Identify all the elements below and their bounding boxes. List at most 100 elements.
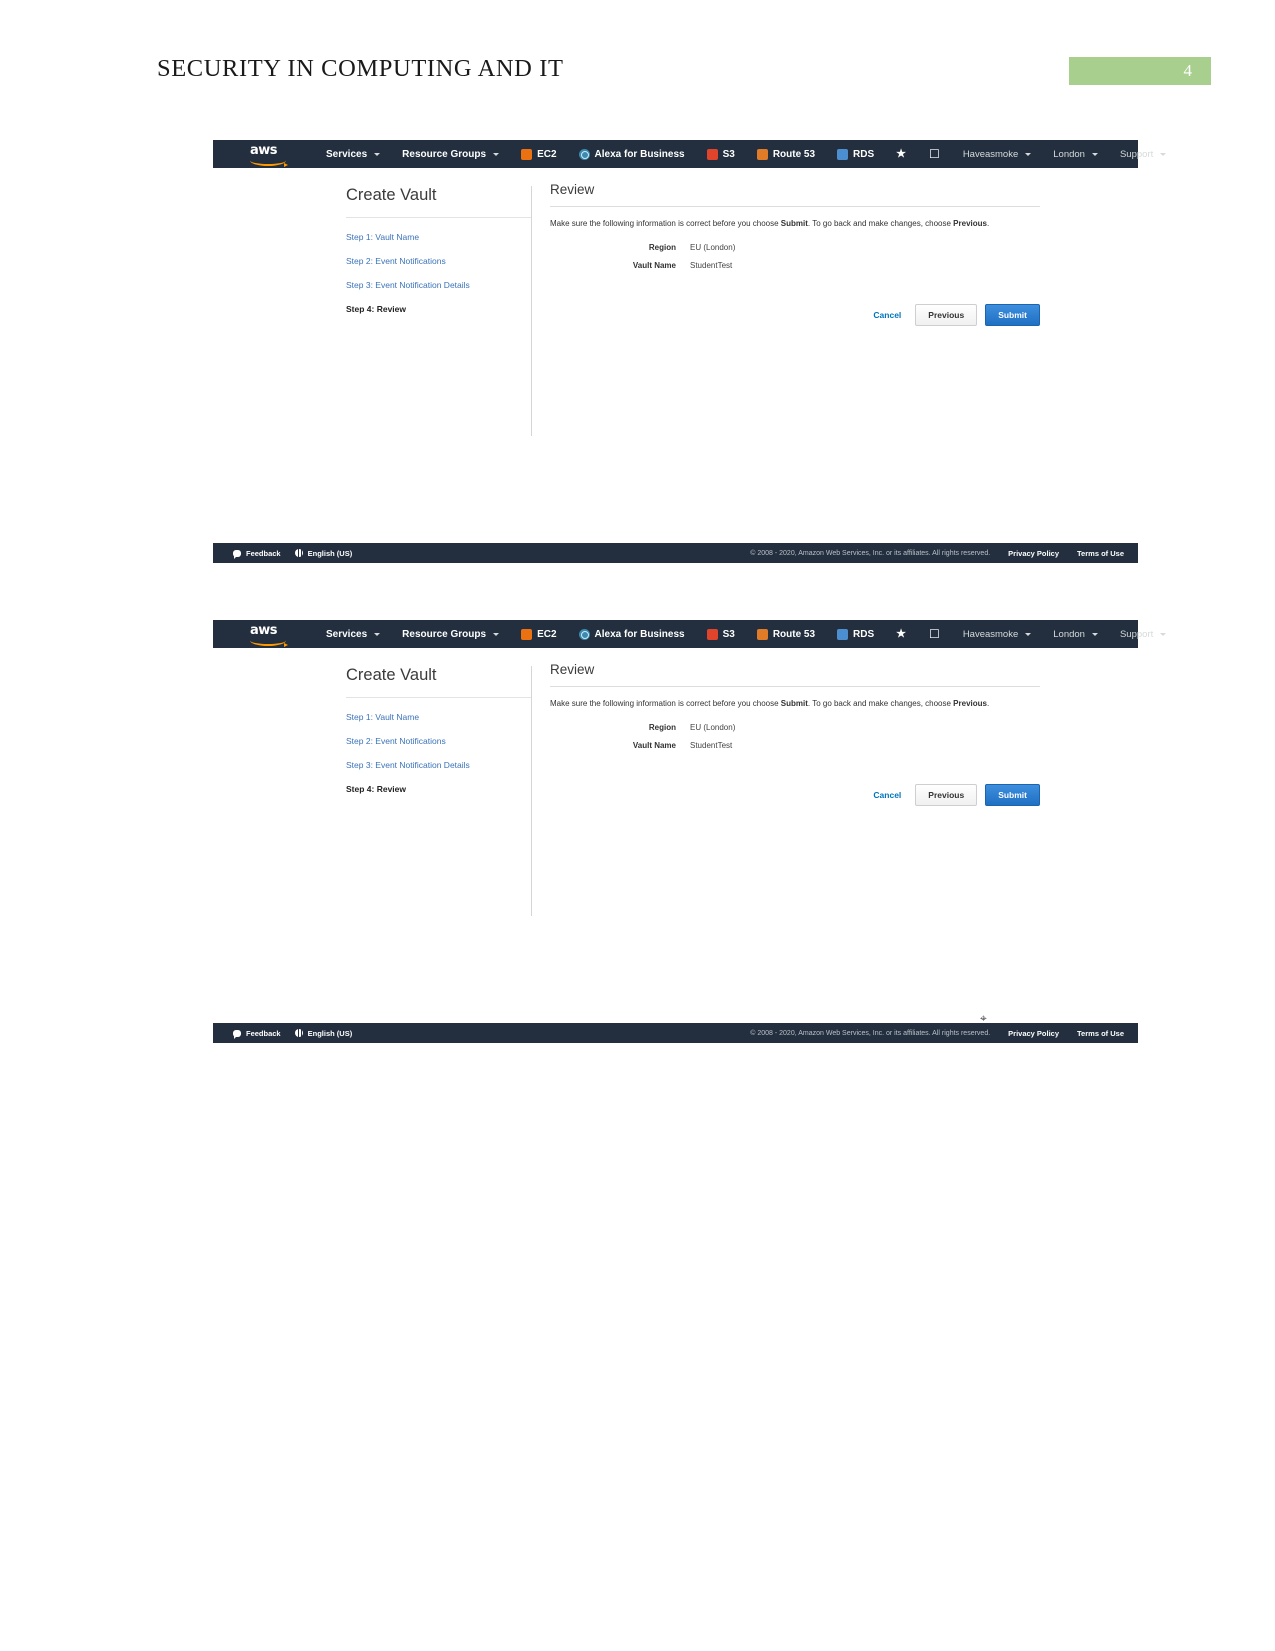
aws-swoosh-icon xyxy=(250,635,288,647)
nav-item-ec2[interactable]: EC2 xyxy=(510,620,567,648)
nav-item-services[interactable]: Services xyxy=(315,140,391,168)
mouse-cursor-icon: ⌖ xyxy=(980,1011,987,1025)
nav-item-rds[interactable]: RDS xyxy=(826,620,885,648)
route53-icon xyxy=(756,148,768,160)
nav-label: Resource Groups xyxy=(402,628,487,640)
terms-of-use-link[interactable]: Terms of Use xyxy=(1077,549,1124,558)
language-button[interactable]: English (US) xyxy=(294,548,353,558)
aws-navbar: aws Services Resource Groups EC2 Alexa f… xyxy=(213,140,1167,168)
nav-item-s3[interactable]: S3 xyxy=(696,620,746,648)
review-description: Make sure the following information is c… xyxy=(550,698,1040,709)
privacy-policy-link[interactable]: Privacy Policy xyxy=(1008,1029,1059,1038)
nav-item-region[interactable]: London xyxy=(1042,620,1109,648)
notification-bell-icon[interactable]: ☐ xyxy=(917,628,952,640)
aws-logo-icon[interactable]: aws xyxy=(247,140,301,168)
feedback-label: Feedback xyxy=(246,548,281,558)
nav-label: Resource Groups xyxy=(402,148,487,160)
previous-button[interactable]: Previous xyxy=(915,784,978,807)
speech-bubble-icon xyxy=(233,1029,241,1039)
account-label: Haveasmoke xyxy=(962,628,1019,640)
chevron-down-icon xyxy=(374,632,381,636)
footer-right-group: © 2008 - 2020, Amazon Web Services, Inc.… xyxy=(750,549,1138,558)
nav-item-region[interactable]: London xyxy=(1042,140,1109,168)
review-heading: Review xyxy=(550,182,1040,207)
chevron-down-icon xyxy=(1091,152,1098,156)
submit-button[interactable]: Submit xyxy=(985,784,1040,807)
nav-item-resource-groups[interactable]: Resource Groups xyxy=(391,620,510,648)
nav-item-support[interactable]: Support xyxy=(1109,620,1177,648)
nav-item-account[interactable]: Haveasmoke xyxy=(952,140,1042,168)
field-label-vault-name: Vault Name xyxy=(632,741,676,751)
lede-submit-word: Submit xyxy=(780,219,808,228)
aws-logo-icon[interactable]: aws xyxy=(247,620,301,648)
notification-bell-icon[interactable]: ☐ xyxy=(917,148,952,160)
field-row-vault-name: Vault Name StudentTest xyxy=(550,741,1040,750)
nav-item-s3[interactable]: S3 xyxy=(696,140,746,168)
s3-icon xyxy=(706,148,718,160)
field-value-region: EU (London) xyxy=(690,723,736,733)
chevron-down-icon xyxy=(1160,152,1167,156)
speech-bubble-icon xyxy=(233,549,241,559)
sidebar-item-step-4[interactable]: Step 4: Review xyxy=(346,784,531,794)
aws-swoosh-icon xyxy=(250,155,288,167)
nav-item-route-53[interactable]: Route 53 xyxy=(746,620,826,648)
sidebar-item-step-3[interactable]: Step 3: Event Notification Details xyxy=(346,280,531,290)
nav-item-ec2[interactable]: EC2 xyxy=(510,140,567,168)
support-label: Support xyxy=(1119,628,1154,640)
privacy-policy-link[interactable]: Privacy Policy xyxy=(1008,549,1059,558)
terms-of-use-link[interactable]: Terms of Use xyxy=(1077,1029,1124,1038)
sidebar-item-step-3[interactable]: Step 3: Event Notification Details xyxy=(346,760,531,770)
feedback-button[interactable]: Feedback xyxy=(233,548,281,559)
globe-icon xyxy=(294,1029,303,1037)
nav-label: S3 xyxy=(722,148,735,160)
sidebar-item-step-2[interactable]: Step 2: Event Notifications xyxy=(346,736,531,746)
language-label: English (US) xyxy=(307,548,353,558)
sidebar-item-step-1[interactable]: Step 1: Vault Name xyxy=(346,232,531,242)
ec2-icon xyxy=(521,628,533,640)
pin-star-icon: ★ xyxy=(896,627,907,640)
sidebar-item-step-1[interactable]: Step 1: Vault Name xyxy=(346,712,531,722)
chevron-down-icon xyxy=(1025,632,1032,636)
region-label: London xyxy=(1053,148,1085,160)
nav-item-alexa-for-business[interactable]: Alexa for Business xyxy=(568,620,696,648)
sidebar-title: Create Vault xyxy=(346,666,531,698)
language-button[interactable]: English (US) xyxy=(294,1028,353,1038)
create-vault-sidebar: Create Vault Step 1: Vault Name Step 2: … xyxy=(346,186,532,436)
cancel-button[interactable]: Cancel xyxy=(867,306,907,324)
console-body: Create Vault Step 1: Vault Name Step 2: … xyxy=(213,648,1138,1043)
sidebar-title: Create Vault xyxy=(346,186,531,218)
nav-item-support[interactable]: Support xyxy=(1109,140,1177,168)
lede-previous-word: Previous xyxy=(953,699,987,708)
sidebar-item-step-4[interactable]: Step 4: Review xyxy=(346,304,531,314)
nav-label: EC2 xyxy=(537,148,557,160)
s3-icon xyxy=(706,628,718,640)
review-fields: Region EU (London) Vault Name StudentTes… xyxy=(550,243,1040,270)
alexa-icon xyxy=(578,148,590,160)
submit-button[interactable]: Submit xyxy=(985,304,1040,327)
nav-item-alexa-for-business[interactable]: Alexa for Business xyxy=(568,140,696,168)
panel-actions: Cancel Previous Submit xyxy=(550,784,1040,807)
nav-item-pin[interactable]: ★ xyxy=(885,140,917,168)
nav-item-pin[interactable]: ★ xyxy=(885,620,917,648)
previous-button[interactable]: Previous xyxy=(915,304,978,327)
sidebar-item-step-2[interactable]: Step 2: Event Notifications xyxy=(346,256,531,266)
nav-item-rds[interactable]: RDS xyxy=(826,140,885,168)
chevron-down-icon xyxy=(493,152,500,156)
lede-submit-word: Submit xyxy=(780,699,808,708)
nav-item-account[interactable]: Haveasmoke xyxy=(952,620,1042,648)
nav-label: Route 53 xyxy=(772,628,816,640)
language-label: English (US) xyxy=(307,1028,353,1038)
nav-label: Services xyxy=(326,148,368,160)
lede-text-1: Make sure the following information is c… xyxy=(550,699,781,708)
nav-label: Route 53 xyxy=(772,148,816,160)
cancel-button[interactable]: Cancel xyxy=(867,786,907,804)
footer-right-group: © 2008 - 2020, Amazon Web Services, Inc.… xyxy=(750,1029,1138,1038)
nav-item-resource-groups[interactable]: Resource Groups xyxy=(391,140,510,168)
feedback-button[interactable]: Feedback xyxy=(233,1029,281,1039)
nav-item-route-53[interactable]: Route 53 xyxy=(746,140,826,168)
aws-console-screenshot-2: aws Services Resource Groups EC2 Alexa f… xyxy=(213,620,1167,1073)
console-footer: Feedback English (US) © 2008 - 2020, Ama… xyxy=(213,1023,1138,1043)
panel-actions: Cancel Previous Submit xyxy=(550,304,1040,327)
footer-left-group: Feedback English (US) xyxy=(213,1028,353,1039)
nav-item-services[interactable]: Services xyxy=(315,620,391,648)
